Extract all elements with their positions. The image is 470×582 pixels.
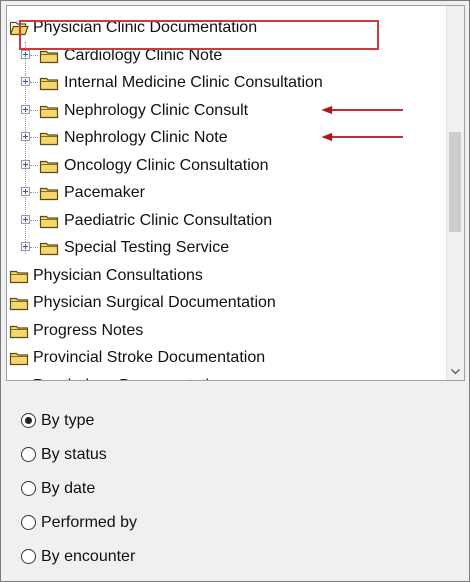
radio-label: By type bbox=[41, 412, 95, 429]
radio-label: By status bbox=[41, 446, 107, 463]
tree-item-label: Pacemaker bbox=[64, 184, 145, 201]
folder-icon bbox=[39, 187, 59, 201]
tree-item-label: Paediatric Clinic Consultation bbox=[64, 211, 273, 229]
folder-icon bbox=[39, 132, 59, 146]
expand-plus-icon[interactable] bbox=[21, 159, 30, 169]
chevron-down-icon bbox=[451, 369, 460, 375]
tree-branch-line bbox=[30, 54, 38, 56]
tree-branch-line bbox=[30, 137, 38, 138]
tree-item-label: Physician Consultations bbox=[33, 266, 203, 284]
tree-item-label: Nephrology Clinic Consult bbox=[64, 101, 249, 119]
folder-icon bbox=[39, 242, 59, 256]
document-tree-panel: Physician Clinic Documentation Cardiolog… bbox=[6, 5, 465, 381]
tree-folder-item[interactable]: Progress Notes bbox=[7, 319, 427, 343]
tree-vertical-scrollbar[interactable] bbox=[446, 6, 464, 380]
folder-icon bbox=[9, 378, 29, 381]
expand-plus-icon[interactable] bbox=[21, 242, 30, 251]
tree-branch-line bbox=[30, 82, 38, 83]
tree-item-label: Oncology Clinic Consultation bbox=[64, 156, 269, 174]
document-tree[interactable]: Physician Clinic Documentation Cardiolog… bbox=[7, 6, 448, 380]
radio-button[interactable] bbox=[21, 549, 36, 564]
folder-icon bbox=[9, 352, 29, 366]
tree-folder-item[interactable]: Psychology Documentation bbox=[7, 374, 427, 381]
expand-plus-icon[interactable] bbox=[21, 104, 30, 114]
tree-subfolder-item[interactable]: Oncology Clinic Consultation bbox=[7, 154, 427, 178]
scrollbar-thumb[interactable] bbox=[449, 132, 461, 232]
radio-label: By encounter bbox=[41, 548, 136, 565]
expand-plus-icon[interactable] bbox=[21, 214, 30, 224]
tree-subfolder-item[interactable]: Special Testing Service bbox=[7, 236, 427, 260]
tree-item-label: Nephrology Clinic Note bbox=[64, 129, 228, 146]
tree-branch-line bbox=[30, 219, 38, 221]
expand-plus-icon[interactable] bbox=[21, 187, 30, 196]
radio-button[interactable] bbox=[21, 515, 36, 530]
radio-button[interactable] bbox=[21, 481, 36, 496]
folder-icon bbox=[9, 297, 29, 311]
radio-label: Performed by bbox=[41, 514, 138, 531]
folder-icon bbox=[39, 215, 59, 228]
annotation-highlight-box bbox=[19, 20, 379, 50]
folder-icon bbox=[39, 160, 59, 173]
tree-item-label: Psychology Documentation bbox=[33, 374, 227, 381]
radio-label: By date bbox=[41, 480, 96, 497]
annotation-arrow-icon bbox=[321, 132, 403, 142]
document-browser-window: Physician Clinic Documentation Cardiolog… bbox=[0, 0, 470, 582]
tree-item-label: Internal Medicine Clinic Consultation bbox=[64, 74, 323, 91]
expand-plus-icon[interactable] bbox=[21, 77, 30, 86]
tree-branch-line bbox=[30, 164, 38, 166]
folder-icon bbox=[39, 105, 59, 118]
expand-plus-icon[interactable] bbox=[21, 49, 30, 59]
radio-button[interactable] bbox=[21, 413, 36, 428]
annotation-arrow-icon bbox=[321, 105, 403, 114]
tree-subfolder-item[interactable]: Pacemaker bbox=[7, 181, 427, 205]
tree-folder-item[interactable]: Physician Surgical Documentation bbox=[7, 291, 427, 315]
tree-branch-line bbox=[30, 109, 38, 111]
folder-icon bbox=[9, 270, 29, 283]
tree-folder-item[interactable]: Physician Consultations bbox=[7, 264, 427, 288]
tree-branch-line bbox=[30, 192, 38, 193]
tree-item-label: Physician Surgical Documentation bbox=[33, 294, 276, 311]
tree-item-label: Provincial Stroke Documentation bbox=[33, 349, 266, 366]
tree-subfolder-item[interactable]: Internal Medicine Clinic Consultation bbox=[7, 71, 427, 95]
expand-plus-icon[interactable] bbox=[21, 132, 30, 141]
tree-folder-item[interactable]: Provincial Stroke Documentation bbox=[7, 346, 427, 370]
folder-icon bbox=[39, 77, 59, 91]
radio-button[interactable] bbox=[21, 447, 36, 462]
tree-branch-line bbox=[30, 247, 38, 248]
tree-item-label: Special Testing Service bbox=[64, 239, 230, 256]
tree-item-label: Progress Notes bbox=[33, 321, 144, 339]
folder-icon bbox=[9, 325, 29, 338]
tree-subfolder-item[interactable]: Paediatric Clinic Consultation bbox=[7, 209, 427, 233]
scroll-down-arrow[interactable] bbox=[447, 363, 464, 380]
